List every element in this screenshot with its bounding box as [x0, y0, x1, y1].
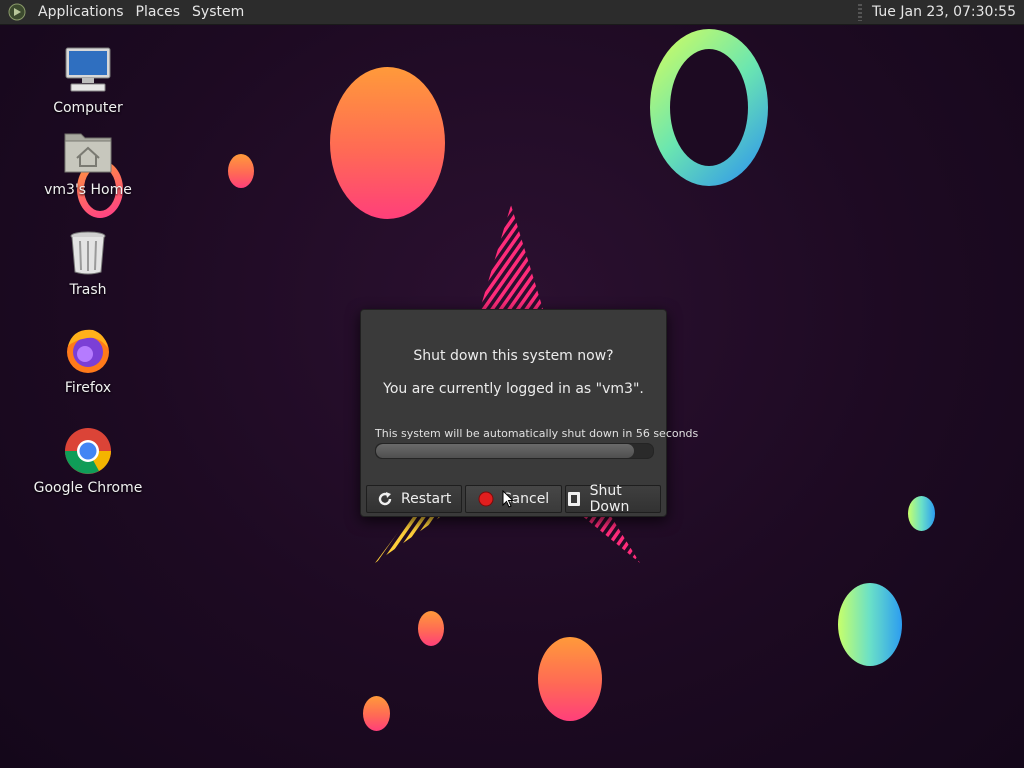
- mouse-cursor-icon: [502, 490, 514, 508]
- panel-clock[interactable]: Tue Jan 23, 07:30:55: [872, 0, 1016, 24]
- dialog-subtitle: You are currently logged in as "vm3".: [383, 381, 644, 397]
- menu-places[interactable]: Places: [130, 0, 187, 24]
- desktop-icon-chrome[interactable]: Google Chrome: [33, 426, 143, 496]
- firefox-icon: [63, 326, 113, 376]
- dialog-title: Shut down this system now?: [413, 348, 614, 364]
- restart-button[interactable]: Restart: [366, 485, 463, 513]
- wallpaper-blob: [538, 637, 602, 721]
- computer-icon: [63, 46, 113, 96]
- restart-label: Restart: [401, 491, 452, 507]
- wallpaper-blob: [228, 154, 254, 188]
- shutdown-icon: [566, 491, 582, 507]
- desktop-icon-label: vm3's Home: [44, 182, 132, 198]
- menu-system[interactable]: System: [186, 0, 250, 24]
- shutdown-button[interactable]: Shut Down: [564, 483, 661, 515]
- desktop-icon-computer[interactable]: Computer: [33, 46, 143, 116]
- countdown-text: This system will be automatically shut d…: [375, 427, 699, 440]
- wallpaper-ring: [650, 29, 768, 186]
- wallpaper-blob: [838, 583, 902, 666]
- desktop-icon-label: Computer: [53, 100, 123, 116]
- desktop-icon-label: Google Chrome: [33, 480, 143, 496]
- progress-fill: [376, 444, 634, 458]
- wallpaper-blob: [908, 496, 935, 531]
- desktop-icon-trash[interactable]: Trash: [33, 228, 143, 298]
- desktop-icon-label: Trash: [69, 282, 107, 298]
- shutdown-dialog: Shut down this system now? You are curre…: [360, 309, 698, 517]
- desktop-icon-label: Firefox: [64, 380, 112, 396]
- shutdown-label: Shut Down: [589, 483, 630, 515]
- trash-icon: [63, 228, 113, 278]
- panel-separator-handle[interactable]: [858, 4, 862, 21]
- stop-icon: [478, 491, 494, 507]
- top-panel: Applications Places System Tue Jan 23, 0…: [0, 0, 1024, 25]
- chrome-icon: [63, 426, 113, 476]
- wallpaper-blob: [418, 611, 444, 646]
- wallpaper-blob: [330, 67, 445, 219]
- desktop-icon-home[interactable]: vm3's Home: [33, 128, 143, 198]
- wallpaper-blob: [363, 696, 390, 731]
- mate-menu-logo-icon[interactable]: [8, 3, 26, 21]
- restart-icon: [377, 491, 393, 507]
- desktop-icon-firefox[interactable]: Firefox: [33, 326, 143, 396]
- countdown-progress-bar: [375, 443, 654, 459]
- menu-applications[interactable]: Applications: [32, 0, 130, 24]
- home-folder-icon: [63, 128, 113, 178]
